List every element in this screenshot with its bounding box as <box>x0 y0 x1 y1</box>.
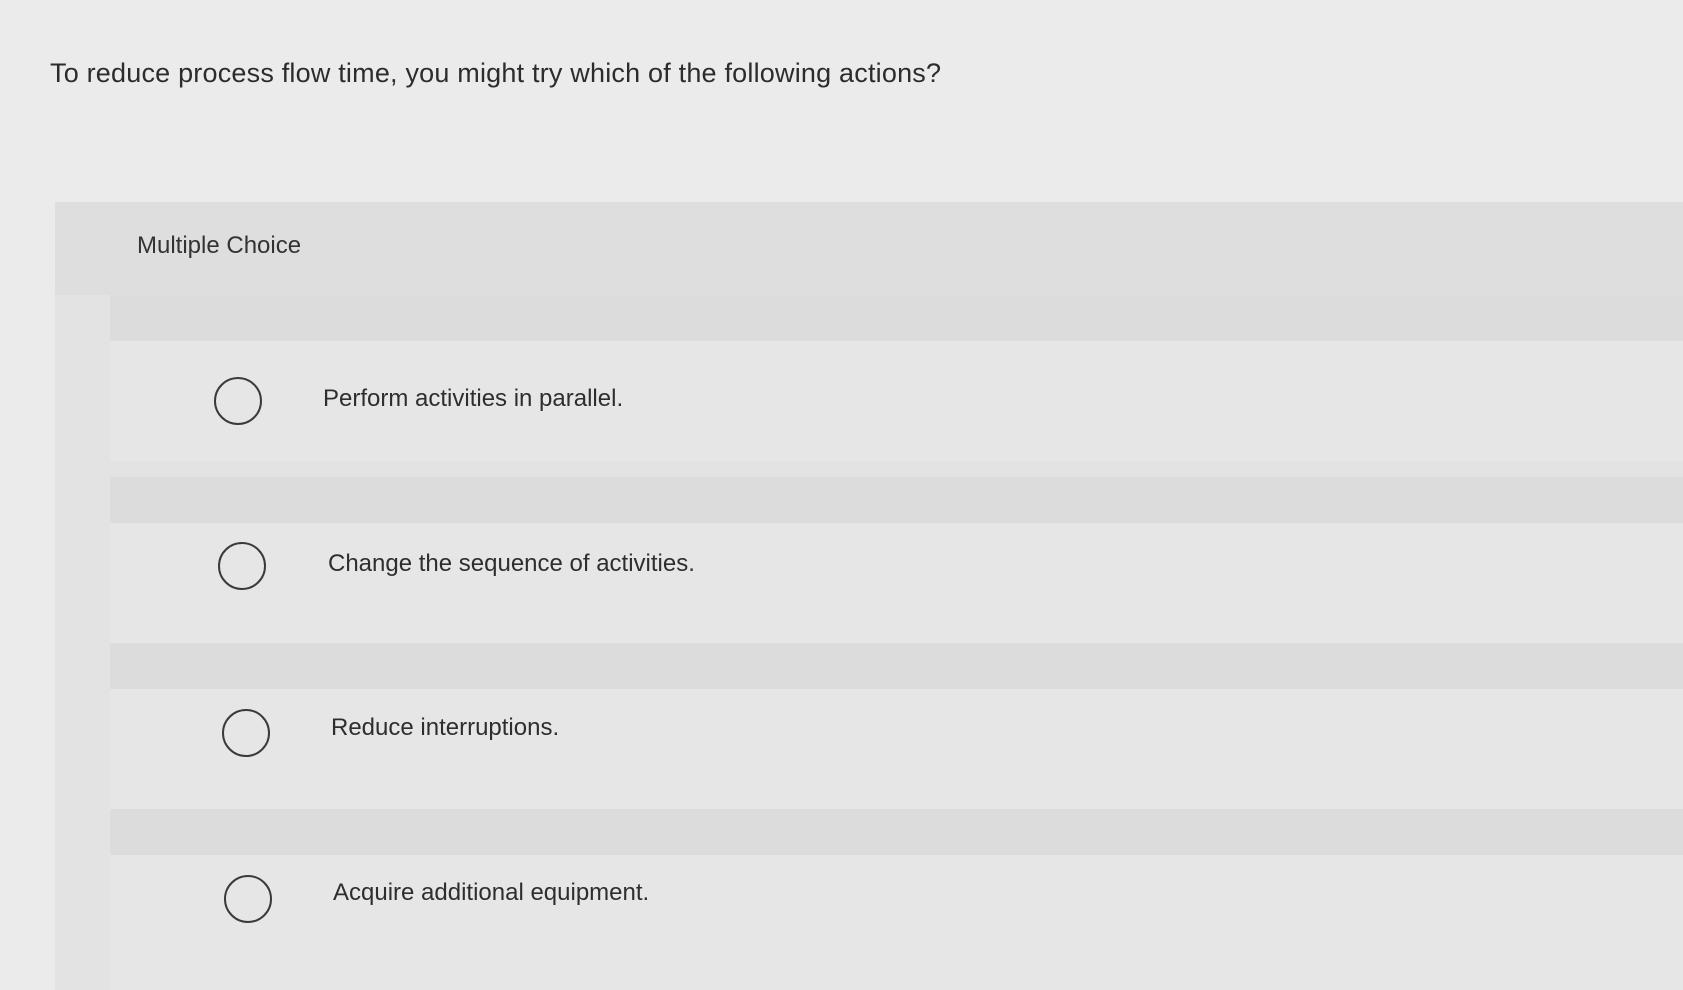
option-label: Acquire additional equipment. <box>333 879 650 906</box>
option-item[interactable]: Acquire additional equipment. <box>110 855 1683 990</box>
option-divider <box>110 809 1683 855</box>
option-label: Reduce interruptions. <box>331 714 560 741</box>
radio-button[interactable] <box>222 709 270 757</box>
multiple-choice-header: Multiple Choice <box>55 202 1683 295</box>
option-divider <box>110 295 1683 341</box>
radio-button[interactable] <box>224 875 272 923</box>
option-label: Perform activities in parallel. <box>323 385 624 412</box>
question-text: To reduce process flow time, you might t… <box>50 58 942 88</box>
option-item[interactable]: Reduce interruptions. <box>110 689 1683 809</box>
radio-button[interactable] <box>218 542 266 590</box>
option-divider <box>110 477 1683 523</box>
option-item[interactable]: Change the sequence of activities. <box>110 523 1683 643</box>
option-item[interactable]: Perform activities in parallel. <box>110 341 1683 461</box>
option-label: Change the sequence of activities. <box>328 550 695 577</box>
option-divider <box>110 643 1683 689</box>
radio-button[interactable] <box>214 377 262 425</box>
multiple-choice-panel: Multiple Choice Perform activities in pa… <box>55 202 1683 990</box>
multiple-choice-title: Multiple Choice <box>137 232 302 259</box>
